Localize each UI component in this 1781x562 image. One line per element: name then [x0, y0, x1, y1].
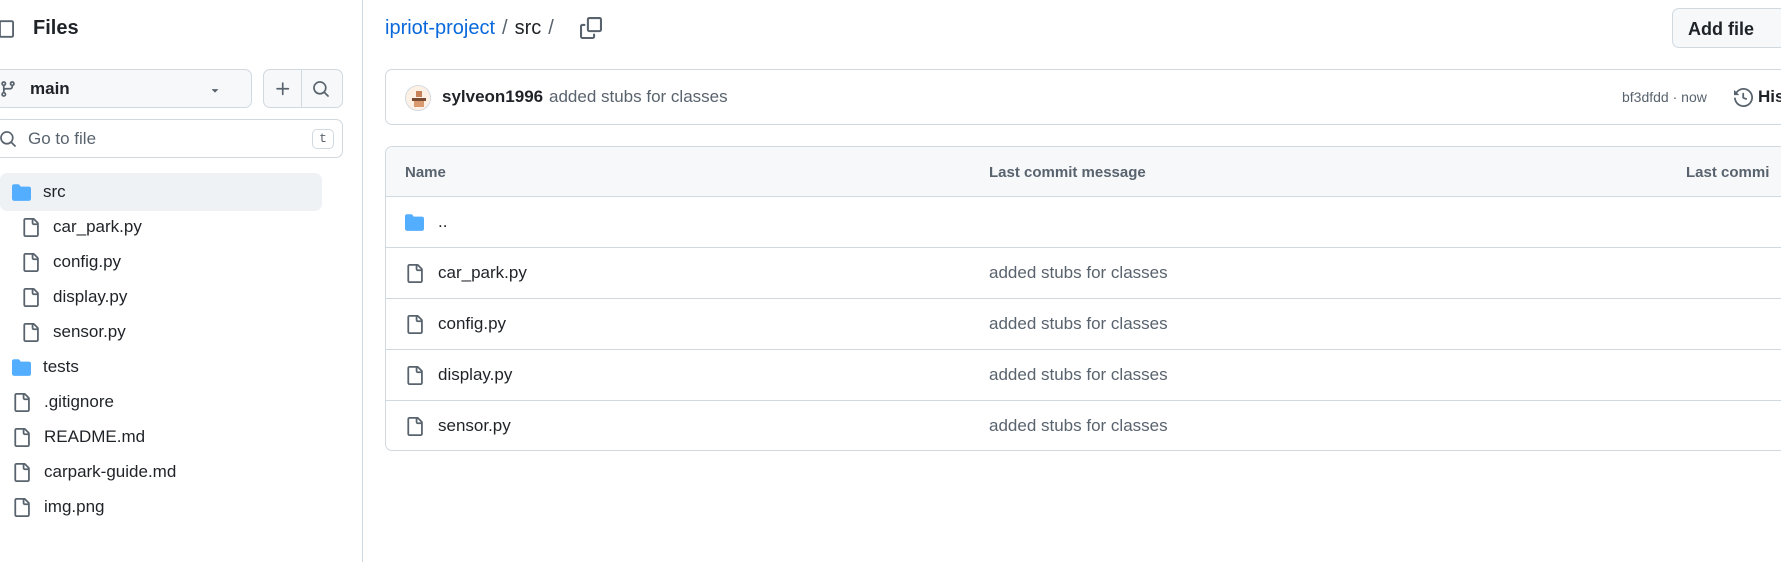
file-icon [21, 218, 40, 237]
avatar[interactable] [405, 85, 431, 111]
tree-file-item[interactable]: sensor.py [0, 313, 322, 351]
file-icon [12, 463, 31, 482]
file-icon [12, 393, 31, 412]
table-row[interactable]: car_park.py added stubs for classes [386, 248, 1781, 299]
row-commit-message[interactable]: added stubs for classes [989, 314, 1168, 334]
tree-item-label: car_park.py [53, 217, 142, 236]
branch-selector-button[interactable]: main [0, 69, 252, 108]
row-commit-message[interactable]: added stubs for classes [989, 263, 1168, 283]
tree-item-label: img.png [44, 497, 105, 516]
folder-icon [12, 358, 31, 377]
tree-folder-item[interactable]: src [0, 173, 322, 211]
file-icon [405, 366, 424, 385]
column-header-date: Last commi [1686, 164, 1770, 181]
row-name-link[interactable]: sensor.py [438, 416, 511, 436]
tree-item-label: display.py [53, 287, 128, 306]
row-commit-message[interactable]: added stubs for classes [989, 416, 1168, 436]
add-file-tree-button[interactable] [263, 69, 302, 108]
tree-file-item[interactable]: car_park.py [0, 208, 322, 246]
directory-table: Name Last commit message Last commi .. ca… [385, 146, 1781, 451]
history-icon [1734, 88, 1753, 107]
tree-item-label: .gitignore [44, 392, 114, 411]
table-row[interactable]: display.py added stubs for classes [386, 350, 1781, 401]
history-label: His [1758, 87, 1781, 106]
plus-icon [276, 82, 290, 96]
file-icon [12, 498, 31, 517]
folder-icon [405, 213, 424, 232]
sidebar-title: Files [33, 17, 79, 39]
breadcrumb-separator: / [548, 17, 554, 39]
row-commit-message[interactable]: added stubs for classes [989, 365, 1168, 385]
tree-item-label: config.py [53, 252, 122, 271]
directory-view: ipriot-project / src / Add file sylveon1996… [364, 0, 1781, 562]
add-file-label: Add file [1688, 19, 1754, 39]
copy-path-icon[interactable] [580, 17, 602, 39]
table-header: Name Last commit message Last commi [386, 147, 1781, 197]
tree-item-label: src [43, 182, 66, 201]
go-to-file-field[interactable]: t [0, 119, 343, 158]
file-icon [21, 253, 40, 272]
breadcrumb-separator: / [502, 17, 508, 39]
git-branch-icon [0, 80, 17, 98]
file-icon [405, 417, 424, 436]
row-name-link[interactable]: car_park.py [438, 263, 527, 283]
folder-icon [12, 183, 31, 202]
tree-item-label: README.md [44, 427, 146, 446]
tree-item-label: tests [43, 357, 79, 376]
row-name-link[interactable]: display.py [438, 365, 512, 385]
sidebar-collapse-icon[interactable] [0, 19, 14, 39]
table-row[interactable]: config.py added stubs for classes [386, 299, 1781, 350]
sidebar-header: Files [0, 0, 362, 58]
table-row[interactable]: .. [386, 197, 1781, 248]
latest-commit-bar: sylveon1996 added stubs for classes bf3d… [385, 69, 1781, 125]
table-row[interactable]: sensor.py added stubs for classes [386, 401, 1781, 450]
search-code-button[interactable] [302, 69, 343, 108]
tree-file-item[interactable]: display.py [0, 278, 322, 316]
tree-file-item[interactable]: .gitignore [0, 383, 322, 421]
keyboard-shortcut-hint: t [312, 129, 334, 149]
file-icon [21, 288, 40, 307]
breadcrumb-current-dir: src [514, 17, 542, 39]
commit-author[interactable]: sylveon1996 [442, 87, 543, 107]
row-name-link[interactable]: .. [438, 212, 447, 232]
tree-item-label: sensor.py [53, 322, 126, 341]
commit-message[interactable]: added stubs for classes [549, 87, 728, 107]
branch-name: main [30, 79, 70, 98]
file-icon [405, 315, 424, 334]
tree-file-item[interactable]: README.md [0, 418, 322, 456]
column-header-name: Name [405, 164, 446, 181]
add-file-button[interactable]: Add file [1672, 8, 1781, 48]
tree-file-item[interactable]: img.png [0, 488, 322, 526]
search-icon [313, 81, 329, 97]
tree-folder-item[interactable]: tests [0, 348, 322, 386]
tree-file-item[interactable]: carpark-guide.md [0, 453, 322, 491]
column-header-message: Last commit message [989, 164, 1146, 181]
breadcrumb: ipriot-project / src / [385, 17, 561, 40]
chevron-down-icon [208, 82, 222, 96]
file-tree-sidebar: Files main t src car_park.py config.py disp… [0, 0, 363, 562]
go-to-file-input[interactable] [28, 126, 298, 152]
file-icon [12, 428, 31, 447]
search-icon [0, 131, 16, 147]
tree-file-item[interactable]: config.py [0, 243, 322, 281]
file-icon [405, 264, 424, 283]
commit-sha-time[interactable]: bf3dfdd · now [1622, 89, 1707, 105]
row-name-link[interactable]: config.py [438, 314, 506, 334]
file-icon [21, 323, 40, 342]
tree-item-label: carpark-guide.md [44, 462, 177, 481]
breadcrumb-repo-link[interactable]: ipriot-project [385, 17, 495, 39]
